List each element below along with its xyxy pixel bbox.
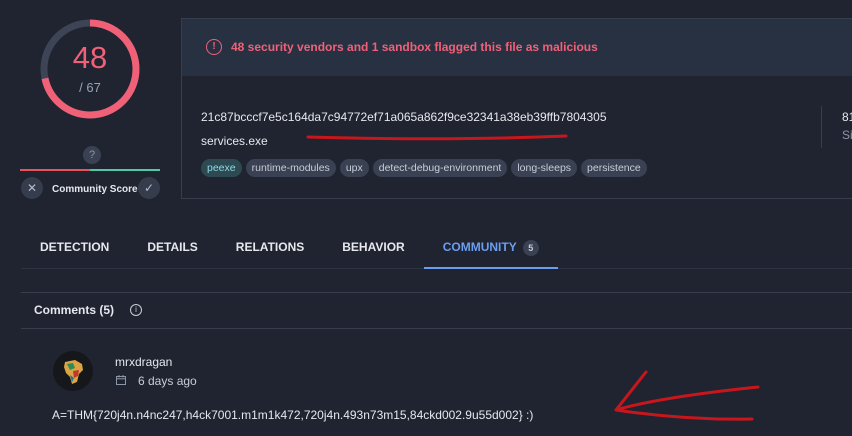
hash-underline-annotation xyxy=(306,134,568,141)
arrow-annotation xyxy=(614,370,760,421)
annotation-overlay xyxy=(306,134,760,421)
